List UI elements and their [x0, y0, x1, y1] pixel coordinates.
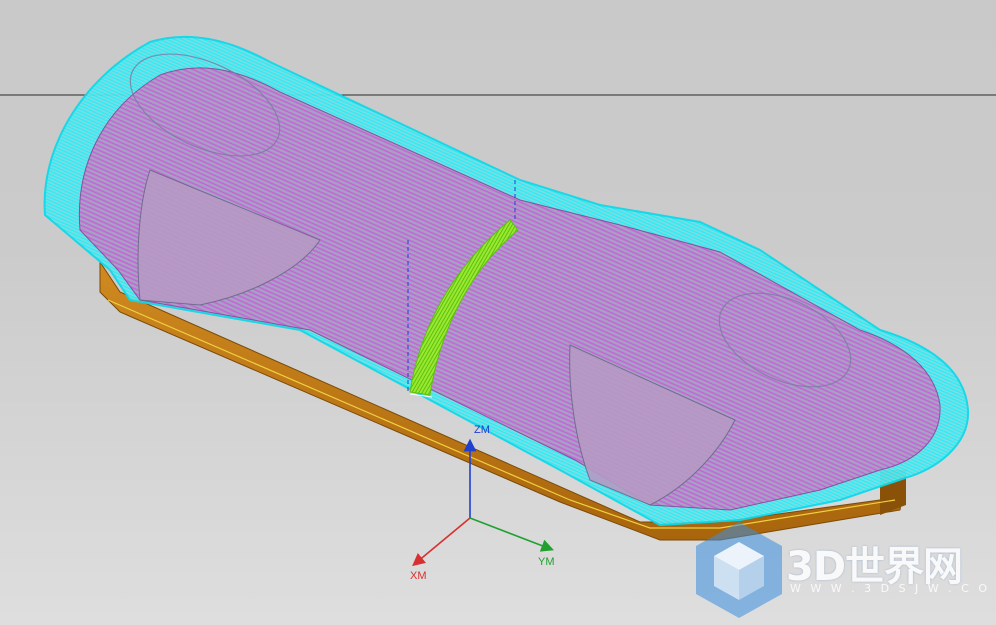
watermark-url: W W W . 3 D S J W . C O M [790, 582, 996, 595]
y-axis [469, 517, 554, 552]
cube-logo-icon [696, 522, 782, 618]
y-axis-label: YM [538, 556, 555, 568]
z-axis-label: ZM [474, 424, 490, 436]
x-axis-label: XM [410, 570, 427, 582]
graphics-viewport[interactable]: ZM XM YM 3D世界网 W W W . 3 D S J W . C O M [0, 0, 996, 625]
x-axis [412, 517, 471, 567]
watermark: 3D世界网 W W W . 3 D S J W . C O M [694, 520, 996, 620]
